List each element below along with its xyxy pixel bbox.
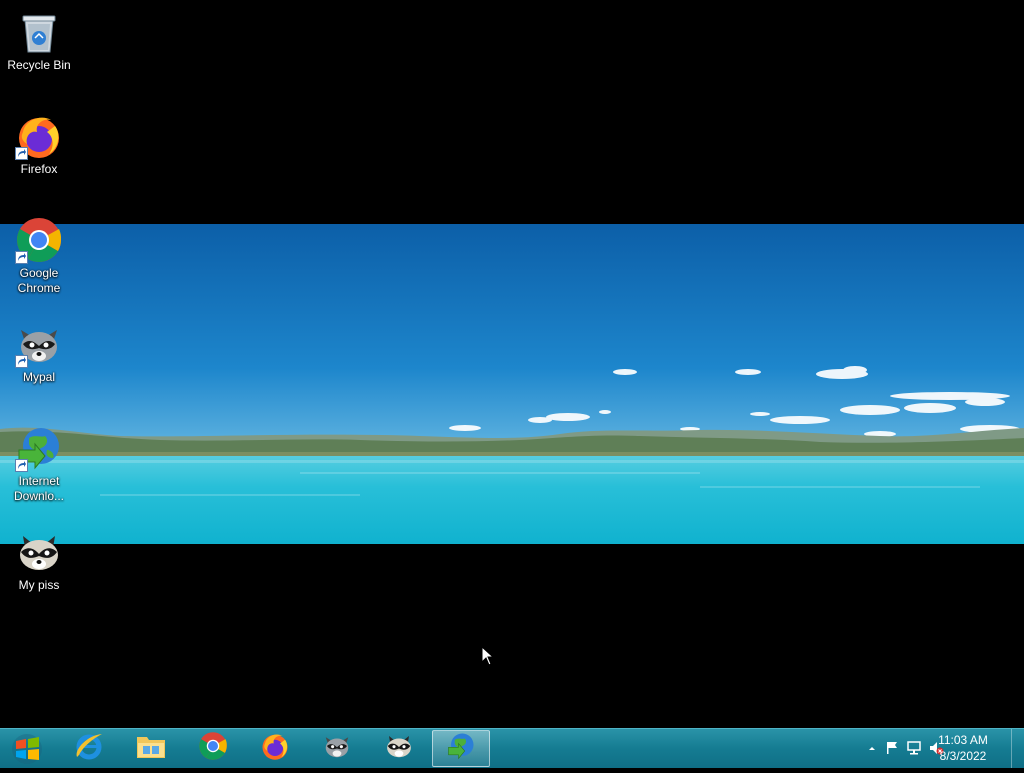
- chrome-icon: [15, 216, 63, 264]
- desktop-wallpaper: [0, 224, 1024, 544]
- clock-time: 11:03 AM: [938, 733, 988, 747]
- network-icon[interactable]: [906, 740, 922, 756]
- taskbar-button-internet-download-manager[interactable]: [432, 730, 490, 767]
- desktop-icon-google-chrome[interactable]: Google Chrome: [0, 212, 78, 296]
- start-button[interactable]: [0, 729, 54, 768]
- internet-explorer-icon: [74, 731, 104, 766]
- raccoon-icon: [15, 528, 63, 576]
- desktop-icon-label: Google Chrome: [17, 266, 61, 295]
- desktop-icon-recycle-bin[interactable]: Recycle Bin: [0, 4, 78, 73]
- shortcut-arrow-icon: [15, 355, 28, 368]
- internet-download-manager-icon: [446, 731, 476, 766]
- desktop-icon-label: Recycle Bin: [7, 58, 71, 72]
- action-center-flag-icon[interactable]: [884, 740, 900, 756]
- raccoon-icon: [322, 731, 352, 766]
- clock[interactable]: 11:03 AM 8/3/2022: [928, 732, 998, 764]
- desktop-icon-label: Internet Downlo...: [13, 474, 65, 503]
- taskbar-button-chrome[interactable]: [184, 730, 242, 767]
- shortcut-arrow-icon: [15, 251, 28, 264]
- file-explorer-icon: [135, 731, 167, 766]
- desktop-icon-firefox[interactable]: Firefox: [0, 108, 78, 177]
- taskbar-button-internet-explorer[interactable]: [60, 730, 118, 767]
- mouse-cursor-icon: [481, 645, 495, 666]
- taskbar-button-firefox[interactable]: [246, 730, 304, 767]
- desktop-icon-label: Firefox: [20, 162, 58, 176]
- internet-download-manager-icon: [15, 424, 63, 472]
- show-hidden-icons-arrow[interactable]: [864, 740, 880, 756]
- taskbar-button-file-explorer[interactable]: [122, 730, 180, 767]
- raccoon-icon: [384, 731, 414, 766]
- desktop-icons: Recycle Bin Firefox Google Chrome Mypal …: [0, 0, 80, 728]
- taskbar-button-mypal[interactable]: [308, 730, 366, 767]
- shortcut-arrow-icon: [15, 459, 28, 472]
- clock-date: 8/3/2022: [939, 749, 987, 763]
- shortcut-arrow-icon: [15, 147, 28, 160]
- show-desktop-button[interactable]: [1011, 729, 1024, 768]
- desktop-icon-label: Mypal: [22, 370, 55, 384]
- firefox-icon: [15, 112, 63, 160]
- chrome-icon: [198, 731, 228, 766]
- firefox-icon: [260, 731, 290, 766]
- taskbar-button-my-piss[interactable]: [370, 730, 428, 767]
- system-tray: 11:03 AM 8/3/2022: [834, 729, 1024, 768]
- desktop-icon-internet-download-manager[interactable]: Internet Downlo...: [0, 420, 78, 504]
- taskbar: 11:03 AM 8/3/2022: [0, 728, 1024, 768]
- recycle-bin-icon: [15, 8, 63, 56]
- desktop-icon-my-piss[interactable]: My piss: [0, 524, 78, 593]
- desktop-icon-label: My piss: [18, 578, 60, 592]
- raccoon-icon: [15, 320, 63, 368]
- desktop-icon-mypal[interactable]: Mypal: [0, 316, 78, 385]
